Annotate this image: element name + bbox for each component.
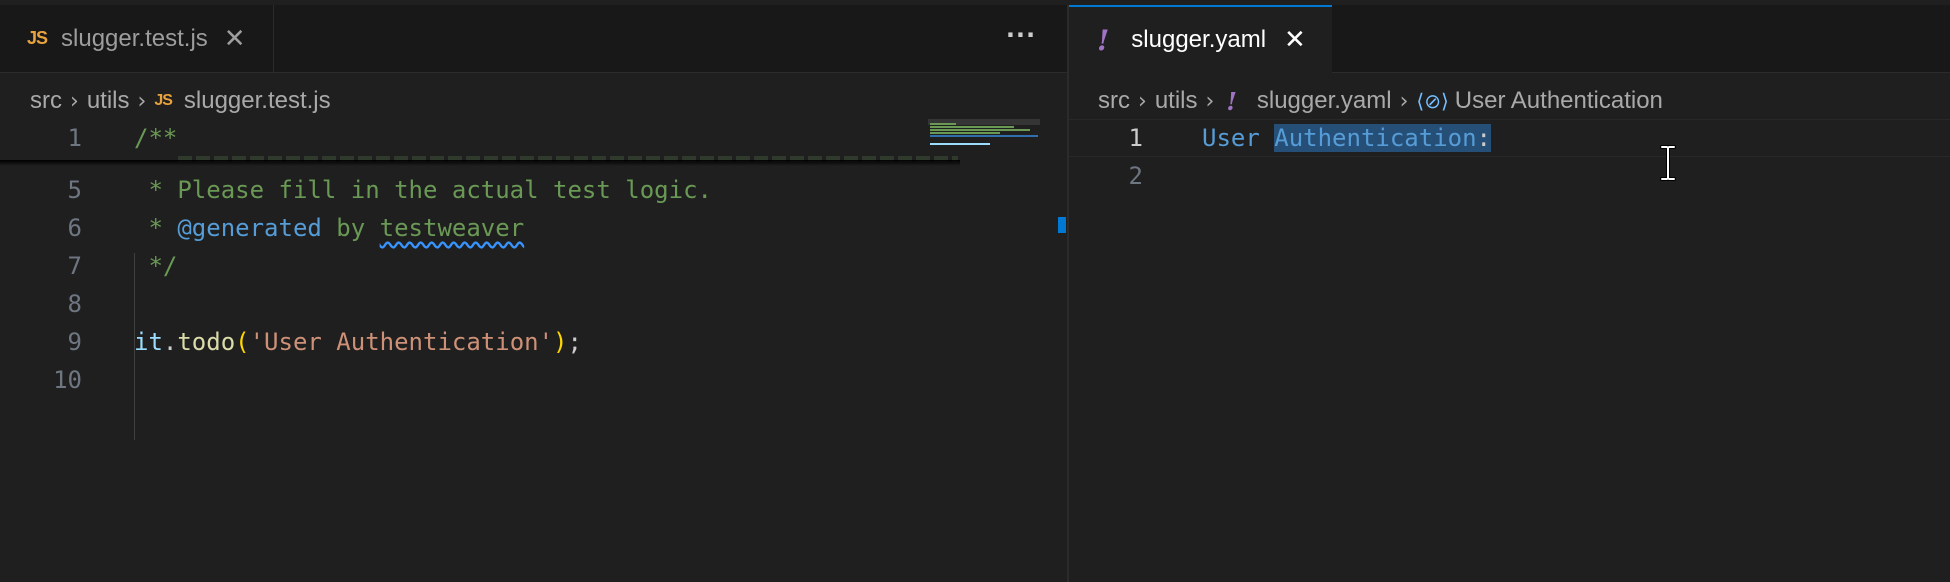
yaml-key: User — [1202, 124, 1275, 152]
chevron-right-icon: › — [137, 88, 147, 114]
punctuation: . — [162, 328, 178, 356]
line-number: 6 — [67, 214, 82, 242]
scrollbar-selection-marker — [1058, 217, 1066, 233]
punctuation: ; — [567, 328, 582, 356]
js-file-icon: JS — [154, 92, 173, 109]
left-tab-bar: JS slugger.test.js ✕ ··· — [0, 5, 1067, 73]
line-code: User Authentication: — [1202, 124, 1491, 152]
line-code: */ — [134, 252, 178, 280]
code-line[interactable]: 1 /** — [0, 119, 1067, 157]
text-cursor-icon — [1660, 145, 1676, 181]
right-tab-bar: ! slugger.yaml ✕ — [1069, 5, 1950, 73]
breadcrumb: src › utils › ! slugger.yaml › ⟨⊘⟩ User … — [1069, 83, 1950, 119]
symbol-key-icon: ⟨⊘⟩ — [1416, 89, 1449, 113]
identifier: it — [134, 328, 163, 356]
left-editor-group: JS slugger.test.js ✕ ··· src › utils › J… — [0, 5, 1067, 582]
breadcrumb-item-utils[interactable]: utils — [1155, 87, 1198, 115]
code-line[interactable]: 2 — [1069, 157, 1950, 195]
line-code: it.todo('User Authentication'); — [134, 328, 582, 356]
more-actions-icon[interactable]: ··· — [1005, 23, 1037, 55]
comment-text: by — [321, 214, 380, 242]
close-icon[interactable]: ✕ — [1284, 27, 1306, 53]
selected-text: Authentication — [1274, 124, 1477, 152]
line-number: 7 — [67, 252, 82, 280]
breadcrumb-item-src[interactable]: src — [1098, 87, 1130, 115]
function-name: todo — [177, 328, 236, 356]
jsdoc-tag: @generated — [177, 214, 322, 242]
minimap-line — [930, 132, 1000, 134]
comment-prefix: * — [134, 214, 178, 242]
minimap-line — [930, 143, 990, 145]
tab-label: slugger.test.js — [61, 24, 208, 52]
vertical-scrollbar[interactable] — [1044, 119, 1066, 582]
code-line[interactable]: 9 it.todo('User Authentication'); — [0, 323, 1067, 361]
line-number: 1 — [67, 124, 82, 152]
code-line[interactable]: 1 User Authentication: — [1069, 119, 1950, 157]
minimap-line — [930, 129, 1030, 131]
string-literal: 'User Authentication' — [249, 328, 554, 356]
yaml-colon: : — [1476, 124, 1491, 152]
minimap[interactable] — [928, 121, 1040, 151]
line-number: 9 — [67, 328, 82, 356]
yaml-file-icon: ! — [1226, 86, 1237, 116]
close-icon[interactable]: ✕ — [224, 26, 246, 52]
line-code: * Please fill in the actual test logic. — [134, 176, 712, 204]
breadcrumb-item-file[interactable]: slugger.test.js — [184, 87, 331, 115]
minimap-line — [930, 123, 956, 125]
chevron-right-icon: › — [1205, 88, 1215, 114]
bracket: ( — [235, 328, 250, 356]
breadcrumb-item-symbol[interactable]: User Authentication — [1455, 87, 1663, 115]
code-line[interactable]: 6 * @generated by testweaver — [0, 209, 1067, 247]
tab-label: slugger.yaml — [1131, 26, 1267, 53]
breadcrumb-item-src[interactable]: src — [30, 87, 62, 115]
code-editor[interactable]: 1 User Authentication: 2 — [1069, 119, 1950, 582]
code-line[interactable]: 5 * Please fill in the actual test logic… — [0, 171, 1067, 209]
bracket: ) — [553, 328, 568, 356]
line-number: 8 — [67, 290, 82, 318]
line-number: 1 — [1128, 124, 1143, 152]
code-editor[interactable]: 1 /** 5 * Please fill in the actual test… — [0, 119, 1067, 582]
breadcrumb-item-utils[interactable]: utils — [87, 87, 130, 115]
line-number: 10 — [53, 366, 82, 394]
sticky-scroll-shadow — [0, 160, 960, 166]
code-line[interactable]: 8 — [0, 285, 1067, 323]
spelling-squiggle[interactable]: testweaver — [380, 214, 525, 242]
yaml-file-icon: ! — [1097, 23, 1110, 57]
breadcrumb-item-file[interactable]: slugger.yaml — [1257, 87, 1392, 115]
chevron-right-icon: › — [1138, 88, 1147, 114]
chevron-right-icon: › — [1399, 88, 1409, 114]
line-number: 2 — [1128, 162, 1143, 190]
minimap-line — [930, 135, 1038, 137]
chevron-right-icon: › — [70, 88, 79, 114]
tab-slugger-yaml[interactable]: ! slugger.yaml ✕ — [1069, 5, 1332, 73]
breadcrumb: src › utils › JS slugger.test.js — [0, 83, 1067, 119]
minimap-line — [930, 126, 1014, 128]
code-line[interactable]: 7 */ — [0, 247, 1067, 285]
line-code: /** — [134, 124, 178, 152]
code-line[interactable]: 10 — [0, 361, 1067, 399]
tab-slugger-test-js[interactable]: JS slugger.test.js ✕ — [0, 5, 274, 72]
line-number: 5 — [67, 176, 82, 204]
right-editor-group: ! slugger.yaml ✕ src › utils › ! slugger… — [1069, 5, 1950, 582]
js-file-icon: JS — [27, 28, 48, 48]
line-code: * @generated by testweaver — [134, 214, 524, 242]
